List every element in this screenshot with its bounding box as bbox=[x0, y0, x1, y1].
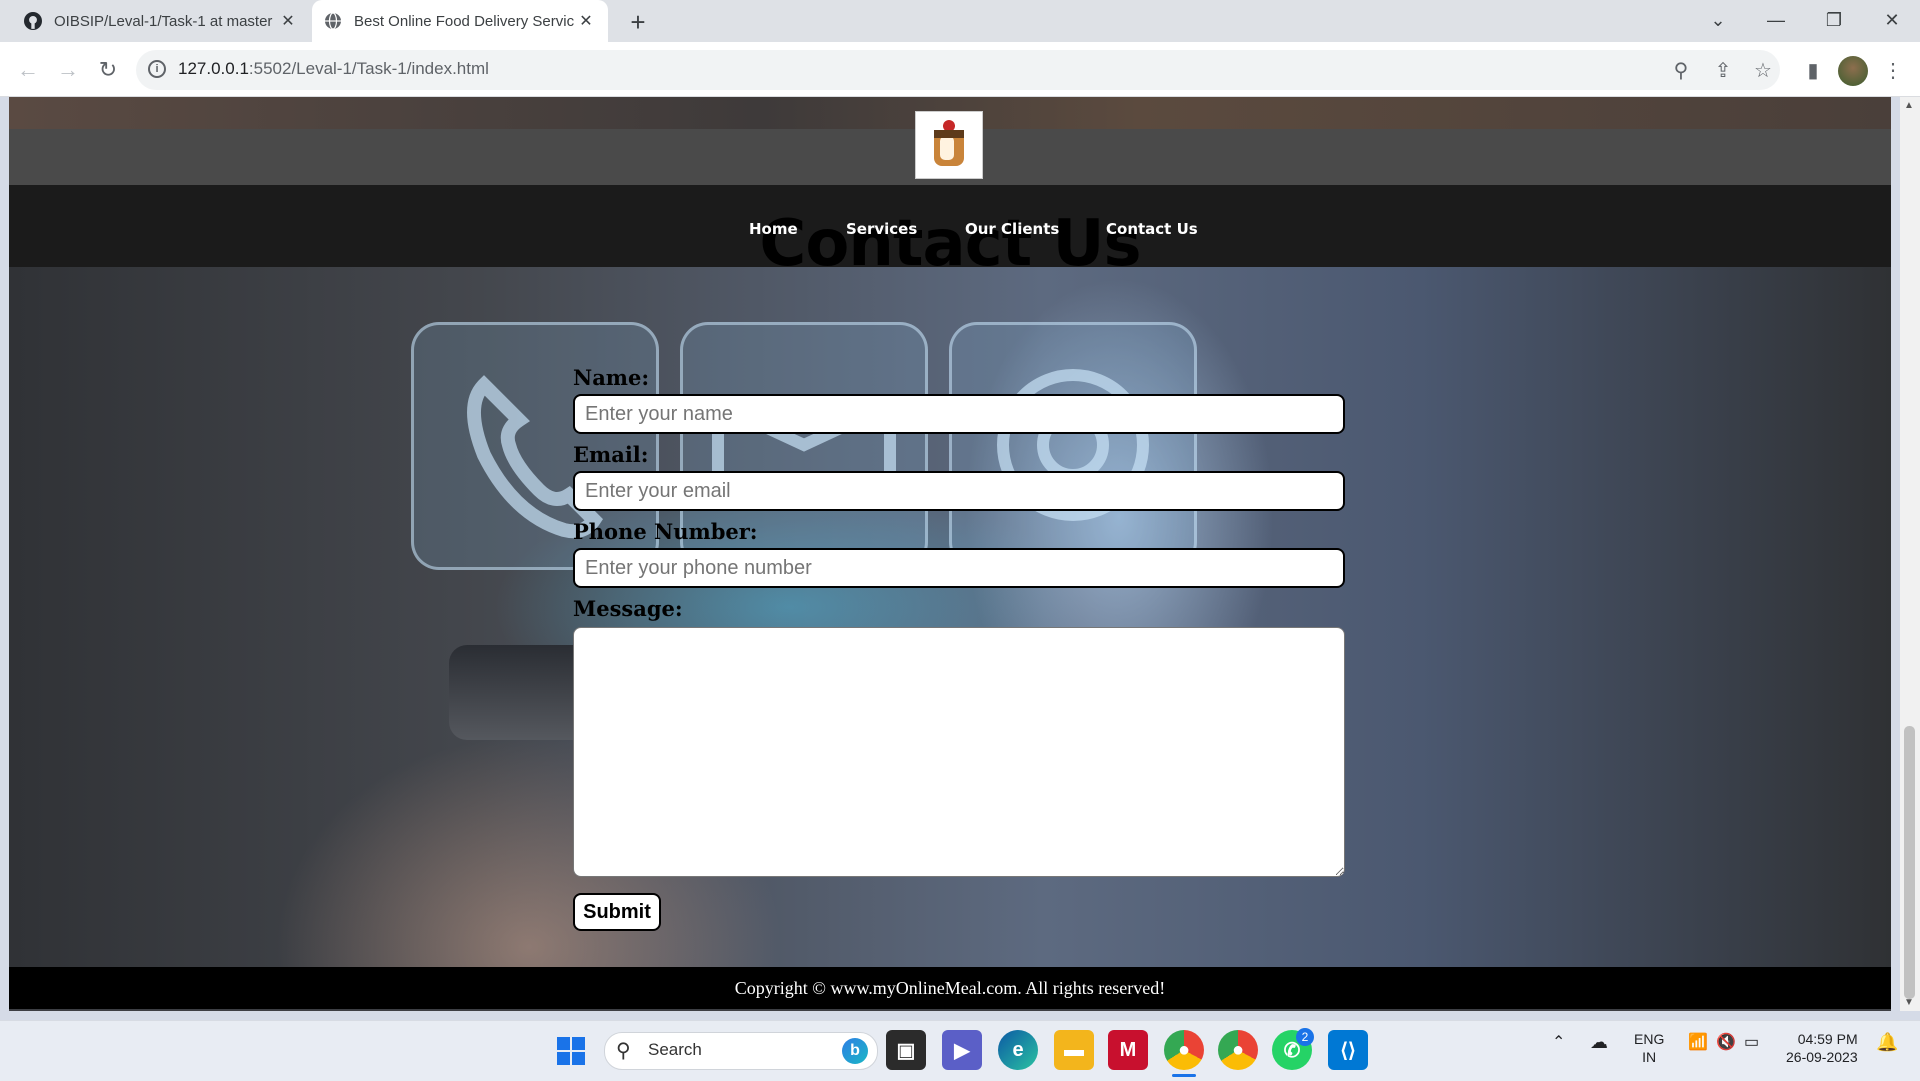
nav-link-home[interactable]: Home bbox=[749, 220, 798, 238]
message-label: Message: bbox=[573, 596, 683, 621]
language-indicator[interactable]: ENG IN bbox=[1634, 1030, 1664, 1066]
message-textarea[interactable] bbox=[573, 627, 1345, 877]
page-viewport: Contact Us Home Services Our Clients Con… bbox=[9, 97, 1891, 1011]
info-icon[interactable]: i bbox=[148, 60, 166, 78]
forward-icon[interactable]: → bbox=[52, 54, 84, 86]
back-icon[interactable]: ← bbox=[12, 54, 44, 86]
nav-link-contact-us[interactable]: Contact Us bbox=[1106, 220, 1198, 238]
notification-badge: 2 bbox=[1296, 1028, 1314, 1046]
tab-search-chevron-icon[interactable]: ⌄ bbox=[1690, 0, 1746, 42]
chrome-icon[interactable]: ● bbox=[1164, 1030, 1204, 1070]
wifi-icon[interactable]: 📶 bbox=[1688, 1032, 1708, 1052]
nav-link-our-clients[interactable]: Our Clients bbox=[965, 220, 1059, 238]
close-window-icon[interactable]: ✕ bbox=[1864, 0, 1920, 42]
restore-icon[interactable]: ❐ bbox=[1806, 0, 1862, 42]
side-panel-icon[interactable]: ▮ bbox=[1798, 56, 1828, 86]
zoom-icon[interactable]: ⚲ bbox=[1666, 56, 1696, 86]
email-label: Email: bbox=[573, 442, 649, 467]
bing-icon[interactable]: b bbox=[842, 1038, 868, 1064]
phone-label: Phone Number: bbox=[573, 519, 758, 544]
scroll-down-icon[interactable]: ▼ bbox=[1904, 997, 1914, 1008]
nav-link-services[interactable]: Services bbox=[846, 220, 917, 238]
url-text[interactable]: 127.0.0.1:5502/Leval-1/Task-1/index.html bbox=[178, 59, 489, 79]
tab-title: Best Online Food Delivery Servic bbox=[354, 12, 575, 30]
bookmark-star-icon[interactable]: ☆ bbox=[1748, 56, 1778, 86]
onedrive-cloud-icon[interactable]: ☁ bbox=[1590, 1032, 1608, 1053]
site-logo[interactable] bbox=[915, 111, 983, 179]
search-icon: ⚲ bbox=[616, 1040, 631, 1062]
file-explorer-icon[interactable]: ▬ bbox=[1054, 1030, 1094, 1070]
teams-chat-icon[interactable]: ▶ bbox=[942, 1030, 982, 1070]
name-label: Name: bbox=[573, 365, 650, 390]
tab-title: OIBSIP/Leval-1/Task-1 at master bbox=[54, 12, 273, 30]
phone-input[interactable] bbox=[573, 548, 1345, 588]
battery-icon[interactable]: ▭ bbox=[1744, 1032, 1759, 1052]
scrollbar-thumb[interactable] bbox=[1904, 726, 1915, 999]
windows-start-icon[interactable] bbox=[556, 1036, 586, 1066]
globe-icon bbox=[324, 12, 342, 30]
show-hidden-icons-chevron-icon[interactable]: ⌃ bbox=[1552, 1032, 1565, 1052]
new-tab-button[interactable]: + bbox=[622, 6, 654, 38]
name-input[interactable] bbox=[573, 394, 1345, 434]
at-sign-icon bbox=[949, 322, 1197, 570]
chrome-profile-icon[interactable]: ● bbox=[1218, 1030, 1258, 1070]
avatar[interactable] bbox=[1838, 56, 1868, 86]
footer-copyright: Copyright © www.myOnlineMeal.com. All ri… bbox=[9, 967, 1891, 1009]
vscode-icon[interactable]: ⟨⟩ bbox=[1328, 1030, 1368, 1070]
hand-phone-image bbox=[449, 645, 589, 740]
notification-bell-icon[interactable]: 🔔 bbox=[1876, 1032, 1898, 1053]
volume-muted-icon[interactable]: 🔇 bbox=[1716, 1032, 1736, 1052]
reload-icon[interactable]: ↻ bbox=[92, 54, 124, 86]
close-icon[interactable]: ✕ bbox=[576, 11, 596, 31]
share-icon[interactable]: ⇪ bbox=[1708, 56, 1738, 86]
submit-button[interactable]: Submit bbox=[573, 893, 661, 931]
active-app-indicator bbox=[1172, 1074, 1196, 1077]
minimize-icon[interactable]: — bbox=[1748, 0, 1804, 42]
menu-kebab-icon[interactable]: ⋮ bbox=[1878, 56, 1908, 86]
tab-github[interactable]: OIBSIP/Leval-1/Task-1 at master ✕ bbox=[12, 0, 310, 42]
mcafee-icon[interactable]: M bbox=[1108, 1030, 1148, 1070]
taskbar-search-box[interactable] bbox=[604, 1032, 878, 1070]
clock[interactable]: 04:59 PM 26-09-2023 bbox=[1786, 1030, 1858, 1066]
close-icon[interactable]: ✕ bbox=[278, 11, 298, 31]
scroll-up-icon[interactable]: ▲ bbox=[1904, 100, 1914, 111]
tab-active[interactable]: Best Online Food Delivery Servic ✕ bbox=[312, 0, 608, 42]
email-input[interactable] bbox=[573, 471, 1345, 511]
github-icon bbox=[24, 12, 42, 30]
taskbar-search-label: Search bbox=[648, 1040, 702, 1059]
task-view-icon[interactable]: ▣ bbox=[886, 1030, 926, 1070]
edge-icon[interactable]: e bbox=[998, 1030, 1038, 1070]
page-title: Contact Us bbox=[759, 207, 1141, 281]
